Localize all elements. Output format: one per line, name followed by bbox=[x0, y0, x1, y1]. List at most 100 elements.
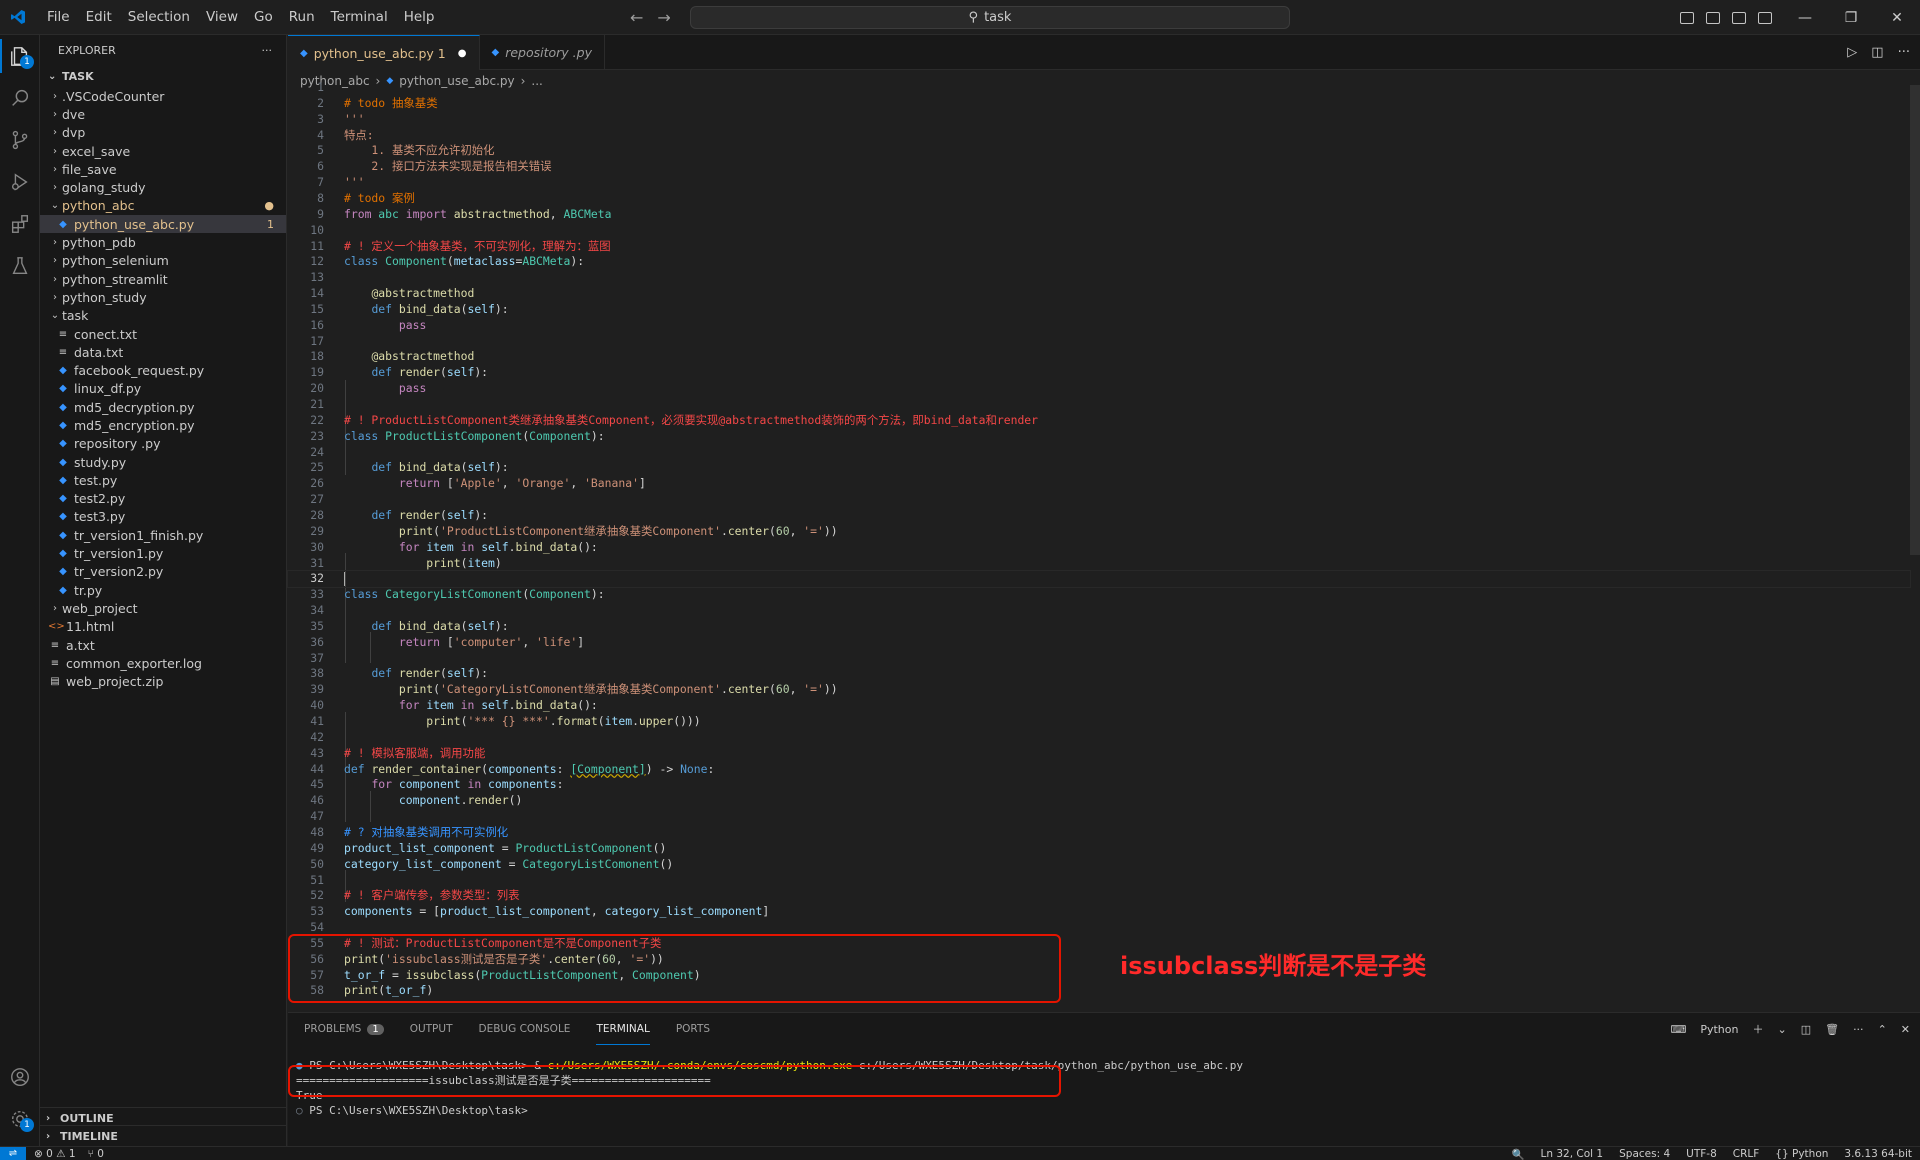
menu-view[interactable]: View bbox=[198, 0, 246, 35]
file-item[interactable]: ◆ test2.py bbox=[40, 490, 286, 508]
search-activity[interactable] bbox=[0, 77, 40, 119]
chevron-down-icon[interactable]: ⌄ bbox=[1777, 1023, 1786, 1036]
folder-item[interactable]: › excel_save bbox=[40, 142, 286, 160]
file-item[interactable]: ◆ tr_version1_finish.py bbox=[40, 526, 286, 544]
code-line[interactable]: 25 def bind_data(self): bbox=[288, 460, 1910, 476]
folder-item[interactable]: › python_study bbox=[40, 288, 286, 306]
code-line[interactable]: 49 product_list_component = ProductListCo… bbox=[288, 841, 1910, 857]
file-item[interactable]: ◆ repository .py bbox=[40, 435, 286, 453]
file-item[interactable]: ◆ tr_version2.py bbox=[40, 563, 286, 581]
menu-file[interactable]: File bbox=[39, 0, 78, 35]
tab-ports[interactable]: PORTS bbox=[676, 1013, 710, 1045]
code-line[interactable]: 27 bbox=[288, 492, 1910, 508]
menu-edit[interactable]: Edit bbox=[78, 0, 120, 35]
code-line[interactable]: 18 @abstractmethod bbox=[288, 349, 1910, 365]
code-line[interactable]: 38 def render(self): bbox=[288, 666, 1910, 682]
tab-repository[interactable]: ◆ repository .py bbox=[480, 35, 605, 70]
code-line[interactable]: 44 def render_container(components: [Comp… bbox=[288, 762, 1910, 778]
back-arrow-icon[interactable]: ← bbox=[630, 8, 643, 27]
code-line[interactable]: 46 component.render() bbox=[288, 793, 1910, 809]
file-item[interactable]: ◆ tr_version1.py bbox=[40, 544, 286, 562]
code-line[interactable]: 34 bbox=[288, 603, 1910, 619]
code-line[interactable]: 30 for item in self.bind_data(): bbox=[288, 540, 1910, 556]
tab-output[interactable]: OUTPUT bbox=[410, 1013, 453, 1045]
code-line[interactable]: 37 bbox=[288, 651, 1910, 667]
code-line[interactable]: 5 1. 基类不应允许初始化 bbox=[288, 143, 1910, 159]
run-python-file-icon[interactable]: ▷ bbox=[1847, 45, 1857, 60]
folder-item[interactable]: › dve bbox=[40, 105, 286, 123]
code-line[interactable]: 52 # ! 客户端传参，参数类型：列表 bbox=[288, 888, 1910, 904]
split-terminal-icon[interactable]: ◫ bbox=[1801, 1023, 1811, 1036]
code-line[interactable]: 45 for component in components: bbox=[288, 777, 1910, 793]
file-item[interactable]: ≡ common_exporter.log bbox=[40, 654, 286, 672]
source-control-activity[interactable] bbox=[0, 119, 40, 161]
code-line[interactable]: 26 return ['Apple', 'Orange', 'Banana'] bbox=[288, 476, 1910, 492]
code-line[interactable]: 10 bbox=[288, 223, 1910, 239]
code-line[interactable]: 12 class Component(metaclass=ABCMeta): bbox=[288, 254, 1910, 270]
toggle-panel-icon[interactable] bbox=[1706, 11, 1720, 24]
file-item[interactable]: ◆ md5_decryption.py bbox=[40, 398, 286, 416]
unsaved-dot-icon[interactable]: ● bbox=[458, 48, 467, 59]
code-line[interactable]: 29 print('ProductListComponent继承抽象基类Comp… bbox=[288, 524, 1910, 540]
folder-item[interactable]: › python_selenium bbox=[40, 252, 286, 270]
folder-item[interactable]: › web_project bbox=[40, 599, 286, 617]
code-line[interactable]: 50 category_list_component = CategoryList… bbox=[288, 857, 1910, 873]
code-line[interactable]: 33 class CategoryListComonent(Component): bbox=[288, 587, 1910, 603]
code-line[interactable]: 14 @abstractmethod bbox=[288, 286, 1910, 302]
more-actions-icon[interactable]: ··· bbox=[1898, 45, 1910, 60]
code-line[interactable]: 21 bbox=[288, 397, 1910, 413]
file-item[interactable]: ≡ data.txt bbox=[40, 343, 286, 361]
terminal-shell-label[interactable]: Python bbox=[1700, 1023, 1738, 1036]
file-item[interactable]: ▤ web_project.zip bbox=[40, 673, 286, 691]
code-line[interactable]: 1 bbox=[288, 80, 1910, 96]
testing-activity[interactable] bbox=[0, 245, 40, 287]
folder-item[interactable]: › file_save bbox=[40, 160, 286, 178]
code-line[interactable]: 23 class ProductListComponent(Component): bbox=[288, 429, 1910, 445]
new-terminal-icon[interactable]: ＋ bbox=[1752, 1021, 1763, 1037]
code-line[interactable]: 43 # ! 模拟客服端，调用功能 bbox=[288, 746, 1910, 762]
zoom-icon[interactable]: 🔍 bbox=[1511, 1148, 1524, 1160]
status-problems[interactable]: ⊗ 0 ⚠ 1 bbox=[34, 1148, 76, 1160]
code-line[interactable]: 2 # todo 抽象基类 bbox=[288, 96, 1910, 112]
file-item[interactable]: ◆ test.py bbox=[40, 471, 286, 489]
file-item[interactable]: <> 11.html bbox=[40, 618, 286, 636]
tab-debug-console[interactable]: DEBUG CONSOLE bbox=[478, 1013, 570, 1045]
toggle-primary-sidebar-icon[interactable] bbox=[1680, 11, 1694, 24]
folder-item[interactable]: › .VSCodeCounter bbox=[40, 87, 286, 105]
close-window-icon[interactable]: ✕ bbox=[1874, 0, 1920, 35]
code-line[interactable]: 28 def render(self): bbox=[288, 508, 1910, 524]
workspace-root[interactable]: ⌄ TASK bbox=[40, 65, 286, 87]
explorer-activity[interactable]: 1 bbox=[0, 35, 40, 77]
code-line[interactable]: 6 2. 接口方法未实现是报告相关错误 bbox=[288, 159, 1910, 175]
file-item[interactable]: ◆ md5_encryption.py bbox=[40, 416, 286, 434]
code-line[interactable]: 20 pass bbox=[288, 381, 1910, 397]
status-language[interactable]: {} Python bbox=[1775, 1148, 1828, 1160]
close-panel-icon[interactable]: ✕ bbox=[1901, 1023, 1910, 1036]
terminal-line-prompt[interactable]: ○ PS C:\Users\WXE5SZH\Desktop\task> bbox=[296, 1103, 528, 1118]
folder-item[interactable]: ⌄ python_abc ● bbox=[40, 197, 286, 215]
menu-terminal[interactable]: Terminal bbox=[323, 0, 396, 35]
code-line[interactable]: 17 bbox=[288, 334, 1910, 350]
code-line[interactable]: 11 # ! 定义一个抽象基类，不可实例化，理解为：蓝图 bbox=[288, 239, 1910, 255]
folder-item[interactable]: › golang_study bbox=[40, 178, 286, 196]
manage-activity[interactable]: 1 bbox=[0, 1098, 40, 1140]
tab-terminal[interactable]: TERMINAL bbox=[596, 1013, 650, 1045]
code-editor[interactable]: 1 2 # todo 抽象基类 3 ''' 4 特点: 5 1. 基类不应允许初始化 6 2. … bbox=[287, 80, 1911, 1002]
menu-run[interactable]: Run bbox=[281, 0, 323, 35]
tab-python-use-abc[interactable]: ◆ python_use_abc.py 1 ● bbox=[288, 35, 480, 70]
code-line[interactable]: 36 return ['computer', 'life'] bbox=[288, 635, 1910, 651]
status-interpreter[interactable]: 3.6.13 64-bit bbox=[1844, 1148, 1912, 1160]
trash-icon[interactable]: 🗑 bbox=[1825, 1023, 1839, 1036]
code-line[interactable]: 7 ''' bbox=[288, 175, 1910, 191]
code-line[interactable]: 32 bbox=[287, 570, 1911, 589]
tab-problems[interactable]: PROBLEMS 1 bbox=[304, 1013, 384, 1045]
code-line[interactable]: 24 bbox=[288, 445, 1910, 461]
command-center-search[interactable]: ⚲ task bbox=[690, 6, 1290, 29]
status-cursor-position[interactable]: Ln 32, Col 1 bbox=[1541, 1148, 1604, 1160]
file-item[interactable]: ≡ conect.txt bbox=[40, 325, 286, 343]
more-actions-icon[interactable]: ··· bbox=[1853, 1023, 1864, 1036]
folder-item[interactable]: ⌄ task bbox=[40, 307, 286, 325]
status-ports[interactable]: ⑂ 0 bbox=[88, 1148, 104, 1160]
file-item[interactable]: ◆ python_use_abc.py 1 bbox=[40, 215, 286, 234]
customize-layout-icon[interactable] bbox=[1758, 11, 1772, 24]
